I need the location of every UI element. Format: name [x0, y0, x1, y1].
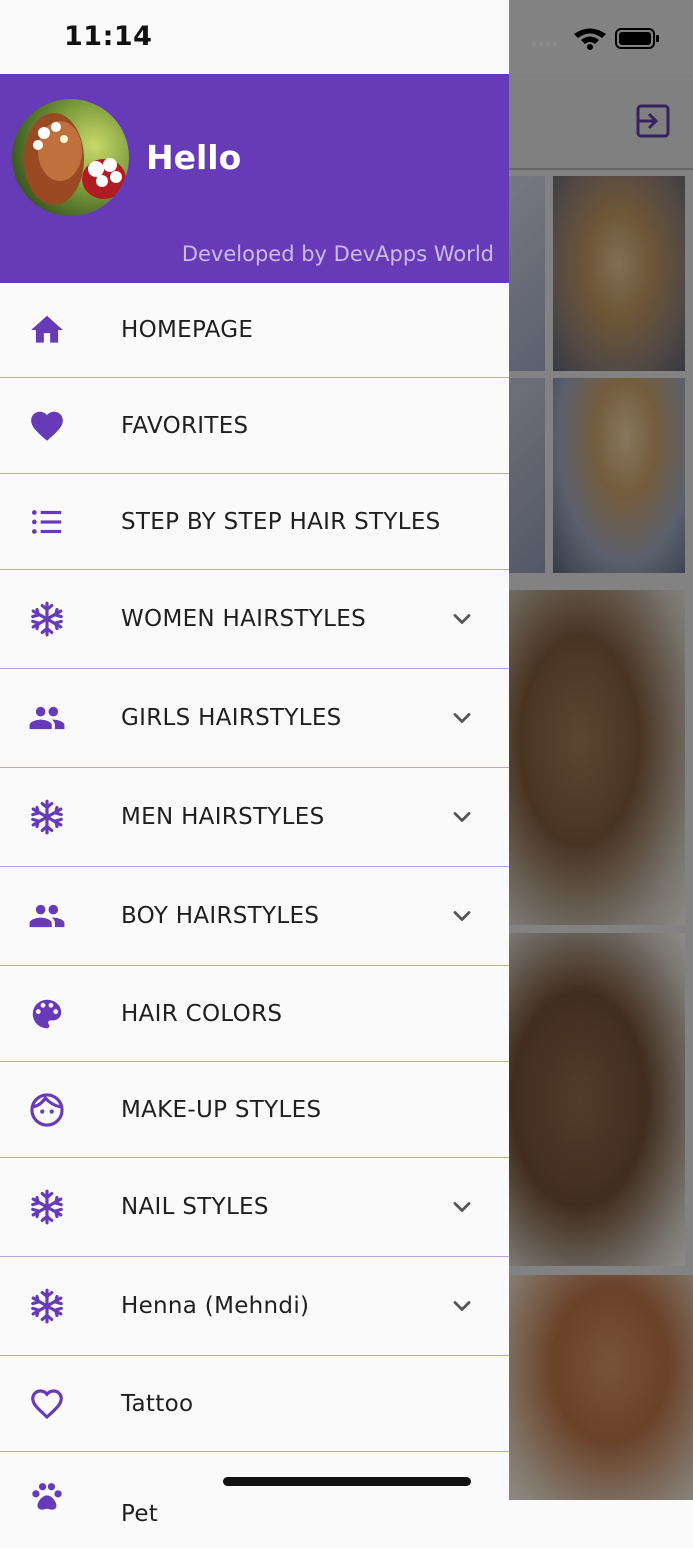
drawer-menu: HOMEPAGE FAVORITES STEP BY STEP HAIR STY…: [0, 283, 509, 1548]
people-icon: [29, 904, 65, 928]
menu-item-label: NAIL STYLES: [121, 1194, 269, 1220]
palette-icon: [32, 999, 62, 1028]
status-time: 11:14: [64, 21, 153, 52]
chevron-down-icon[interactable]: [448, 902, 476, 930]
menu-item-henna[interactable]: Henna (Mehndi): [0, 1257, 509, 1356]
chevron-down-icon[interactable]: [448, 803, 476, 831]
cellular-signal-icon: [532, 42, 557, 46]
menu-item-label: MEN HAIRSTYLES: [121, 804, 325, 830]
menu-item-tattoo[interactable]: Tattoo: [0, 1356, 509, 1452]
wifi-icon: [574, 28, 606, 50]
developer-credit: Developed by DevApps World: [181, 242, 494, 266]
menu-item-label: Henna (Mehndi): [121, 1293, 310, 1319]
chevron-down-icon[interactable]: [448, 605, 476, 633]
menu-item-men-hairstyles[interactable]: MEN HAIRSTYLES: [0, 768, 509, 867]
menu-item-favorites[interactable]: FAVORITES: [0, 378, 509, 474]
chevron-down-icon[interactable]: [448, 1193, 476, 1221]
status-icons: [532, 28, 659, 50]
menu-item-step-by-step[interactable]: STEP BY STEP HAIR STYLES: [0, 474, 509, 570]
menu-item-label: BOY HAIRSTYLES: [121, 903, 320, 929]
face-icon: [30, 1092, 64, 1127]
people-icon: [29, 706, 65, 730]
chevron-down-icon[interactable]: [448, 1292, 476, 1320]
menu-item-label: HAIR COLORS: [121, 1000, 283, 1027]
menu-item-label: FAVORITES: [121, 412, 249, 439]
battery-icon: [615, 28, 659, 49]
menu-item-make-up-styles[interactable]: MAKE-UP STYLES: [0, 1062, 509, 1158]
menu-item-boy-hairstyles[interactable]: BOY HAIRSTYLES: [0, 867, 509, 966]
list-icon: [31, 509, 62, 534]
menu-item-label: HOMEPAGE: [121, 317, 254, 343]
menu-item-hair-colors[interactable]: HAIR COLORS: [0, 966, 509, 1062]
heart-icon: [31, 411, 63, 441]
avatar-image: [12, 99, 129, 216]
navigation-drawer: 11:14 Hello Developed by DevApps World H…: [0, 0, 509, 1527]
snowflake-icon: [31, 1288, 63, 1324]
menu-item-women-hairstyles[interactable]: WOMEN HAIRSTYLES: [0, 570, 509, 669]
chevron-down-icon[interactable]: [448, 704, 476, 732]
menu-item-label: Tattoo: [121, 1390, 194, 1417]
paw-icon: [32, 1483, 62, 1510]
drawer-status-area: 11:14: [0, 0, 509, 74]
greeting: Hello: [146, 138, 242, 177]
drawer-scrim[interactable]: [509, 0, 693, 1500]
menu-item-label: WOMEN HAIRSTYLES: [121, 606, 366, 632]
menu-item-label: GIRLS HAIRSTYLES: [121, 705, 342, 731]
menu-item-label: Pet: [121, 1501, 159, 1527]
snowflake-icon: [31, 1189, 63, 1225]
snowflake-icon: [31, 601, 63, 637]
menu-item-label: STEP BY STEP HAIR STYLES: [121, 508, 441, 535]
home-indicator[interactable]: [223, 1477, 471, 1486]
drawer-header: Hello Developed by DevApps World: [0, 74, 509, 283]
home-icon: [31, 315, 63, 343]
menu-item-nail-styles[interactable]: NAIL STYLES: [0, 1158, 509, 1257]
menu-item-label: MAKE-UP STYLES: [121, 1096, 322, 1123]
heart-outline-icon: [31, 1388, 63, 1419]
avatar[interactable]: [12, 99, 129, 216]
menu-item-homepage[interactable]: HOMEPAGE: [0, 283, 509, 378]
menu-item-girls-hairstyles[interactable]: GIRLS HAIRSTYLES: [0, 669, 509, 768]
snowflake-icon: [31, 799, 63, 835]
menu-item-pet[interactable]: Pet: [0, 1452, 509, 1548]
